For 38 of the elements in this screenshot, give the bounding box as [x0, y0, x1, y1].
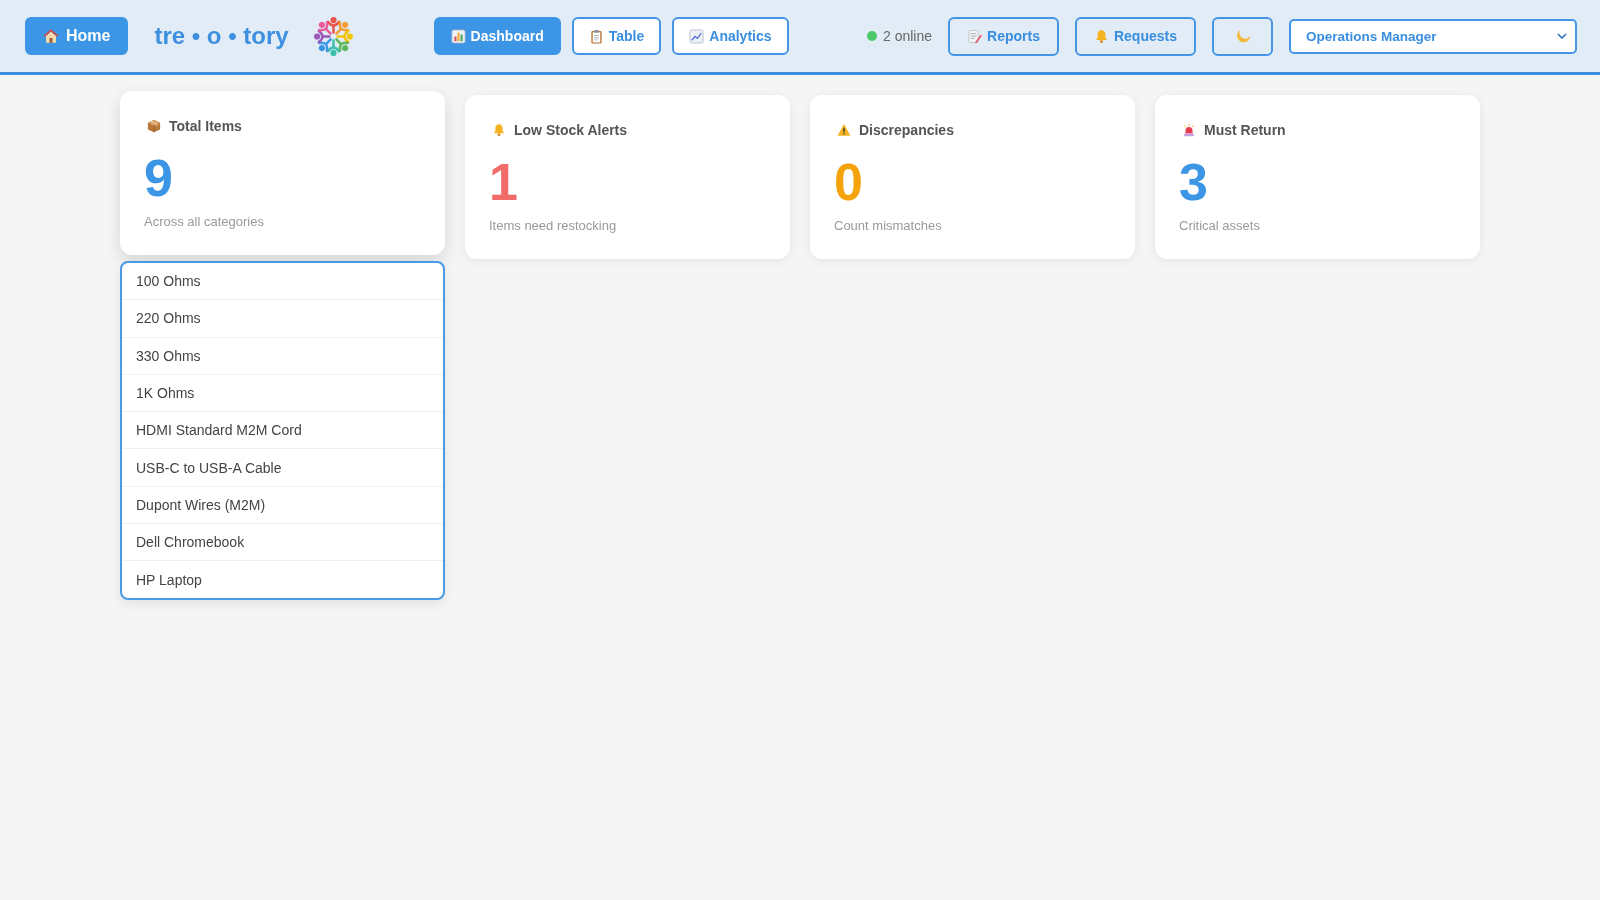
dropdown-item[interactable]: HDMI Standard M2M Cord [122, 412, 443, 450]
stat-caption: Critical assets [1179, 217, 1261, 235]
online-count-text: 2 online [883, 28, 933, 44]
stat-caption: Count mismatches [834, 217, 943, 235]
stat-caption: Across all categories [144, 213, 265, 231]
stat-value: 3 [1179, 152, 1208, 212]
status-dot-icon [867, 31, 877, 41]
dropdown-item[interactable]: HP Laptop [122, 561, 443, 598]
clipboard-icon [588, 28, 604, 44]
bell-icon [1093, 28, 1109, 44]
stat-caption: Items need restocking [489, 217, 618, 235]
dropdown-item[interactable]: Dupont Wires (M2M) [122, 486, 443, 525]
card-title: Total Items [169, 118, 242, 134]
stat-value: 9 [144, 148, 173, 208]
dropdown-item[interactable]: USB-C to USB-A Cable [122, 449, 443, 487]
dropdown-item[interactable]: Dell Chromebook [122, 524, 443, 562]
dropdown-item[interactable]: 330 Ohms [122, 337, 443, 375]
bell-icon [492, 123, 506, 137]
house-icon [43, 28, 59, 44]
card-title: Must Return [1204, 122, 1286, 138]
chevron-down-icon [1557, 33, 1567, 39]
card-title: Discrepancies [859, 122, 954, 138]
dropdown-item[interactable]: 100 Ohms [122, 263, 443, 301]
memo-icon [967, 28, 983, 44]
crescent-moon-icon [1235, 28, 1250, 44]
dropdown-item[interactable]: 1K Ohms [122, 374, 443, 413]
dropdown-item[interactable]: 220 Ohms [122, 300, 443, 338]
siren-light-icon [1182, 123, 1196, 137]
stat-value: 1 [489, 152, 518, 212]
line-chart-icon [689, 28, 705, 44]
theme-toggle-button[interactable] [1212, 16, 1273, 56]
card-title: Low Stock Alerts [514, 122, 628, 138]
people-ring-icon [312, 15, 354, 57]
package-icon [147, 119, 161, 133]
stat-value: 0 [834, 152, 863, 212]
warning-icon [837, 123, 851, 137]
logo-text: tre • o • tory [154, 22, 289, 50]
bar-chart-icon [450, 28, 466, 44]
